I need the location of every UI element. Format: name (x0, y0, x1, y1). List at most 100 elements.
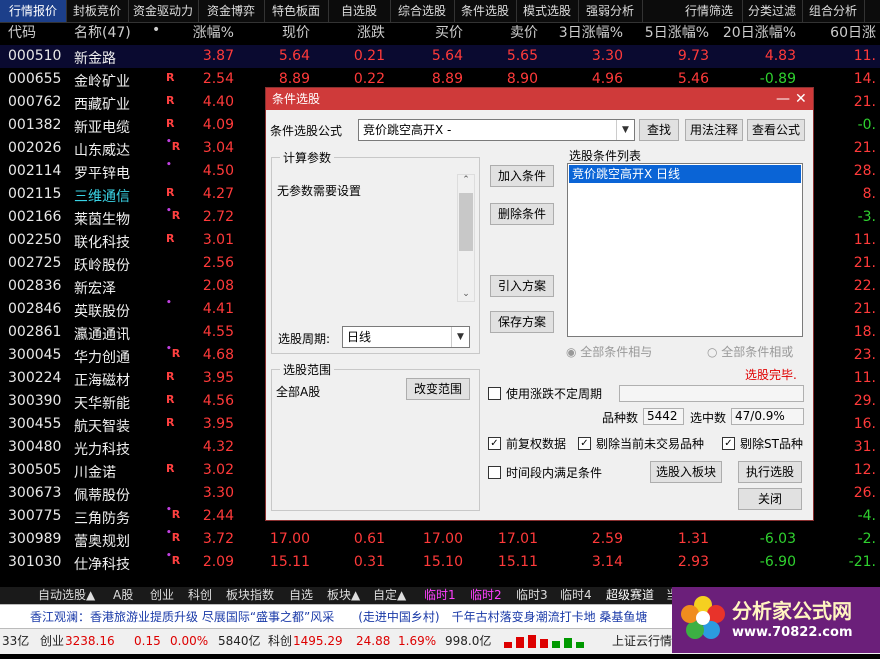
col-20d[interactable]: 20日涨幅% (723, 22, 796, 42)
st-checkbox[interactable]: ✓ (722, 437, 735, 450)
scroll-down-icon[interactable]: ⌄ (458, 289, 474, 301)
import-scheme-button[interactable]: 引入方案 (490, 275, 554, 297)
col-60d[interactable]: 60日涨 (830, 22, 876, 42)
row-flag-icon: • R (166, 344, 181, 360)
scroll-up-icon[interactable]: ⌃ (458, 175, 474, 187)
bottom-tab[interactable]: 自定▲ (373, 587, 406, 604)
bottom-tab[interactable]: A股 (113, 587, 133, 604)
bottom-tab[interactable]: 临时3 (516, 587, 548, 604)
col-pct[interactable]: 涨幅% (193, 22, 234, 42)
selected-field: 47/0.9% (731, 408, 804, 425)
bottom-tab[interactable]: 自动选股▲ (38, 587, 95, 604)
to-block-button[interactable]: 选股入板块 (650, 461, 722, 483)
status-cloud[interactable]: 上证云行情 (612, 629, 672, 654)
minimize-icon[interactable]: — (776, 88, 790, 110)
top-tab[interactable]: 资金驱动力 (128, 0, 199, 22)
top-tab[interactable]: 条件选股 (454, 0, 517, 22)
row-d60: 21. (853, 255, 876, 271)
condition-stock-dialog: 条件选股 — ✕ 条件选股公式 竞价跳空高开X - ▼ 查找 用法注释 查看公式… (265, 87, 814, 521)
bottom-tab[interactable]: 超级赛道 (606, 587, 654, 604)
table-row[interactable]: 000510 新金路 3.87 5.64 0.21 5.64 5.65 3.30 9.73 4.8… (0, 45, 880, 68)
chevron-down-icon[interactable]: ▼ (451, 327, 469, 347)
col-chg[interactable]: 涨跌 (357, 22, 385, 42)
dialog-titlebar[interactable]: 条件选股 — ✕ (266, 88, 813, 110)
delete-condition-button[interactable]: 删除条件 (490, 203, 554, 225)
col-now[interactable]: 现价 (282, 22, 310, 42)
ticker-text[interactable]: 香江观澜：香港旅游业提质升级 尽展国际“盛事之都”风采 (走进中国乡村) 千年古… (30, 605, 647, 629)
st-label: 剔除ST品种 (740, 437, 803, 451)
dialog-title: 条件选股 (272, 92, 321, 106)
bottom-tab[interactable]: 临时4 (560, 587, 592, 604)
bottom-tab[interactable]: 板块▲ (327, 587, 360, 604)
row-pct: 4.27 (202, 186, 234, 202)
top-tab[interactable]: 自选股 (328, 0, 391, 22)
col-buy[interactable]: 买价 (435, 22, 463, 42)
save-scheme-button[interactable]: 保存方案 (490, 311, 554, 333)
close-button[interactable]: 关闭 (738, 488, 802, 510)
row-sell: 15.11 (497, 554, 538, 570)
row-d60: 11. (853, 48, 876, 64)
row-code: 000762 (8, 94, 62, 110)
radio-or-label: 全部条件相或 (721, 345, 794, 359)
row-name: 英联股份 (74, 304, 130, 320)
adjust-checkbox[interactable]: ✓ (488, 437, 501, 450)
row-code: 300505 (8, 462, 62, 478)
variable-period-checkbox[interactable] (488, 387, 501, 400)
row-chg: 0.21 (353, 48, 385, 64)
top-tab[interactable]: 资金博弈 (198, 0, 265, 22)
formula-select[interactable]: 竞价跳空高开X - ▼ (358, 119, 635, 141)
condition-list[interactable]: 竞价跳空高开X 日线 (567, 163, 803, 337)
row-code: 002846 (8, 301, 62, 317)
status-kc-change: 24.88 (356, 634, 391, 648)
condition-list-item[interactable]: 竞价跳空高开X 日线 (569, 165, 801, 183)
find-button[interactable]: 查找 (639, 119, 679, 141)
timespan-label: 时间段内满足条件 (506, 466, 603, 480)
row-code: 300224 (8, 370, 62, 386)
chevron-down-icon[interactable]: ▼ (616, 120, 634, 140)
view-formula-button[interactable]: 查看公式 (747, 119, 805, 141)
bottom-tab[interactable]: 创业 (150, 587, 174, 604)
params-scrollbar[interactable]: ⌃ ⌄ (457, 174, 475, 302)
row-now: 17.00 (269, 531, 310, 547)
bottom-tab[interactable]: 临时1 (424, 587, 456, 604)
change-range-button[interactable]: 改变范围 (406, 378, 470, 400)
col-sell[interactable]: 卖价 (510, 22, 538, 42)
bottom-tab[interactable]: 临时2 (470, 587, 502, 604)
top-tab[interactable]: 行情报价 (0, 0, 67, 22)
col-5d[interactable]: 5日涨幅% (645, 22, 709, 42)
radio-and[interactable]: ◉ 全部条件相与 (566, 343, 652, 360)
top-tab[interactable]: 行情筛选 (676, 0, 743, 22)
untraded-checkbox[interactable]: ✓ (578, 437, 591, 450)
execute-button[interactable]: 执行选股 (738, 461, 802, 483)
col-code[interactable]: 代码 (8, 22, 36, 42)
timespan-checkbox[interactable] (488, 466, 501, 479)
table-row[interactable]: 301030 仕净科技 • R 2.09 15.11 0.31 15.10 15.11 3.14 2… (0, 551, 880, 574)
radio-or[interactable]: ○ 全部条件相或 (707, 343, 793, 360)
top-tab[interactable]: 封板竞价 (66, 0, 129, 22)
top-tab[interactable]: 强弱分析 (578, 0, 643, 22)
col-name[interactable]: 名称(47) (74, 22, 131, 42)
usage-notes-button[interactable]: 用法注释 (685, 119, 743, 141)
close-icon[interactable]: ✕ (795, 88, 807, 110)
bottom-tab[interactable]: 板块指数 (226, 587, 274, 604)
top-tab[interactable]: 分类过滤 (742, 0, 803, 22)
variable-period-field[interactable] (619, 385, 804, 402)
top-tab[interactable]: 综合选股 (390, 0, 455, 22)
table-row[interactable]: 300989 蕾奥规划 • R 3.72 17.00 0.61 17.00 17.01 2.59 1… (0, 528, 880, 551)
untraded-label: 剔除当前未交易品种 (596, 437, 705, 451)
row-d20: -6.90 (759, 554, 796, 570)
row-code: 002026 (8, 140, 62, 156)
bottom-tab[interactable]: 自选 (289, 587, 313, 604)
bottom-tab[interactable]: 科创 (188, 587, 212, 604)
row-d60: 23. (853, 347, 876, 363)
period-select-value: 日线 (347, 330, 372, 344)
row-code: 000655 (8, 71, 62, 87)
top-tab[interactable]: 模式选股 (516, 0, 579, 22)
top-tab[interactable]: 组合分析 (802, 0, 865, 22)
col-3d[interactable]: 3日涨幅% (559, 22, 623, 42)
top-tab[interactable]: 特色板面 (264, 0, 329, 22)
period-label: 选股周期: (278, 332, 331, 346)
add-condition-button[interactable]: 加入条件 (490, 165, 554, 187)
scroll-thumb[interactable] (459, 193, 473, 251)
period-select[interactable]: 日线 ▼ (342, 326, 470, 348)
